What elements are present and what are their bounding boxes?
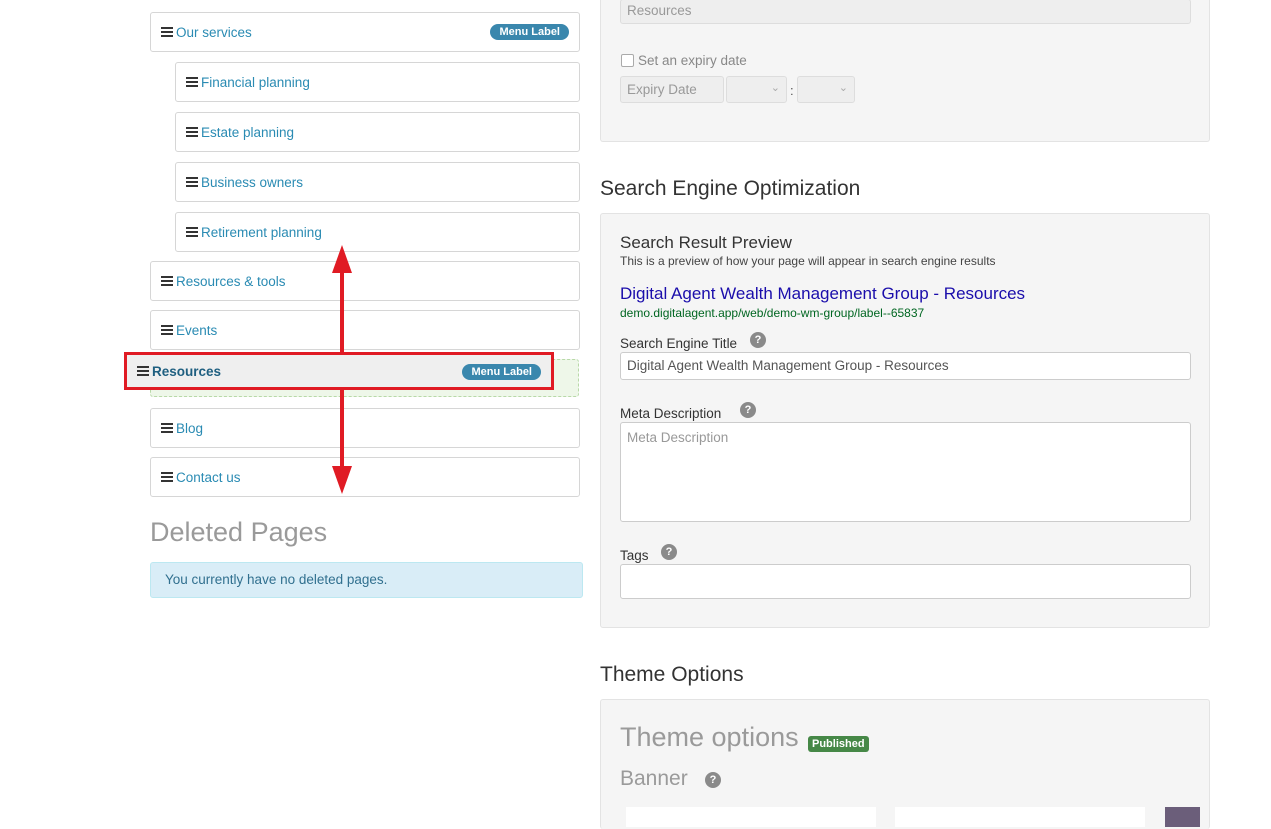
meta-description-textarea[interactable]: Meta Description bbox=[620, 422, 1191, 522]
seo-panel: Search Result Preview This is a preview … bbox=[600, 213, 1210, 628]
expiry-checkbox-label: Set an expiry date bbox=[638, 53, 747, 68]
tags-label: Tags bbox=[620, 548, 649, 563]
tree-item-retirement-planning[interactable]: Retirement planning bbox=[175, 212, 580, 252]
drag-handle-icon[interactable] bbox=[186, 227, 198, 237]
tree-item-label[interactable]: Contact us bbox=[176, 470, 241, 485]
tree-item-our-services[interactable]: Our services Menu Label bbox=[150, 12, 580, 52]
tree-item-financial-planning[interactable]: Financial planning bbox=[175, 62, 580, 102]
help-icon[interactable]: ? bbox=[661, 544, 677, 560]
drag-handle-icon[interactable] bbox=[161, 276, 173, 286]
drag-handle-icon[interactable] bbox=[186, 77, 198, 87]
search-preview-subtitle: This is a preview of how your page will … bbox=[620, 254, 996, 268]
resources-field: Resources bbox=[620, 0, 1191, 24]
theme-panel: Theme options Published Banner ? bbox=[600, 699, 1210, 829]
tree-item-label[interactable]: Blog bbox=[176, 421, 203, 436]
tree-item-label[interactable]: Resources bbox=[152, 364, 221, 379]
drag-handle-icon[interactable] bbox=[161, 325, 173, 335]
expiry-minute-select[interactable]: ⌄ bbox=[797, 76, 855, 103]
tree-item-label[interactable]: Resources & tools bbox=[176, 274, 286, 289]
drag-handle-icon[interactable] bbox=[186, 177, 198, 187]
tree-item-label[interactable]: Financial planning bbox=[201, 75, 310, 90]
help-icon[interactable]: ? bbox=[750, 332, 766, 348]
drag-handle-icon[interactable] bbox=[161, 27, 173, 37]
drag-handle-icon[interactable] bbox=[186, 127, 198, 137]
expiry-date-input[interactable]: Expiry Date bbox=[620, 76, 724, 103]
help-icon[interactable]: ? bbox=[740, 402, 756, 418]
theme-panel-title: Theme options bbox=[620, 722, 799, 752]
up-arrow-annotation bbox=[332, 245, 352, 353]
tree-item-label[interactable]: Business owners bbox=[201, 175, 303, 190]
menu-label-badge: Menu Label bbox=[462, 364, 541, 380]
seo-title-label: Search Engine Title bbox=[620, 336, 738, 351]
banner-option-card[interactable] bbox=[626, 807, 876, 827]
tree-item-contact-us[interactable]: Contact us bbox=[150, 457, 580, 497]
tree-item-business-owners[interactable]: Business owners bbox=[175, 162, 580, 202]
tree-item-label[interactable]: Events bbox=[176, 323, 217, 338]
tree-item-events[interactable]: Events bbox=[150, 310, 580, 350]
drag-handle-icon[interactable] bbox=[161, 472, 173, 482]
theme-section-title: Theme Options bbox=[600, 663, 744, 686]
down-arrow-annotation bbox=[332, 390, 352, 494]
chevron-down-icon: ⌄ bbox=[838, 82, 848, 94]
tree-item-label[interactable]: Estate planning bbox=[201, 125, 294, 140]
chevron-down-icon: ⌄ bbox=[770, 82, 780, 94]
tree-item-label[interactable]: Our services bbox=[176, 25, 252, 40]
menu-label-badge: Menu Label bbox=[490, 24, 569, 40]
meta-description-label: Meta Description bbox=[620, 406, 722, 421]
drag-handle-icon[interactable] bbox=[161, 423, 173, 433]
deleted-pages-heading: Deleted Pages bbox=[150, 517, 328, 547]
search-preview-url: demo.digitalagent.app/web/demo-wm-group/… bbox=[620, 306, 925, 320]
no-deleted-pages-alert: You currently have no deleted pages. bbox=[150, 562, 583, 598]
tree-item-estate-planning[interactable]: Estate planning bbox=[175, 112, 580, 152]
expiry-checkbox[interactable] bbox=[621, 54, 634, 67]
time-separator: : bbox=[790, 83, 794, 98]
search-preview-link-title: Digital Agent Wealth Management Group - … bbox=[620, 284, 1026, 303]
expiry-hour-select[interactable]: ⌄ bbox=[726, 76, 787, 103]
tree-item-blog[interactable]: Blog bbox=[150, 408, 580, 448]
tags-input[interactable] bbox=[620, 564, 1191, 599]
search-preview-title: Search Result Preview bbox=[620, 233, 792, 252]
drag-handle-icon[interactable] bbox=[137, 366, 149, 376]
banner-label: Banner bbox=[620, 767, 688, 790]
publish-panel: Resources Set an expiry date Expiry Date… bbox=[600, 0, 1210, 142]
expiry-row: Set an expiry date bbox=[621, 53, 747, 68]
banner-thumbnail[interactable] bbox=[1165, 807, 1200, 827]
published-badge: Published bbox=[808, 736, 869, 752]
tree-item-resources-dragging[interactable]: Resources Menu Label bbox=[124, 352, 554, 390]
seo-section-title: Search Engine Optimization bbox=[600, 177, 861, 200]
tree-item-resources-tools[interactable]: Resources & tools bbox=[150, 261, 580, 301]
tree-item-label[interactable]: Retirement planning bbox=[201, 225, 322, 240]
banner-option-card[interactable] bbox=[895, 807, 1145, 827]
help-icon[interactable]: ? bbox=[705, 772, 721, 788]
seo-title-input[interactable]: Digital Agent Wealth Management Group - … bbox=[620, 352, 1191, 380]
